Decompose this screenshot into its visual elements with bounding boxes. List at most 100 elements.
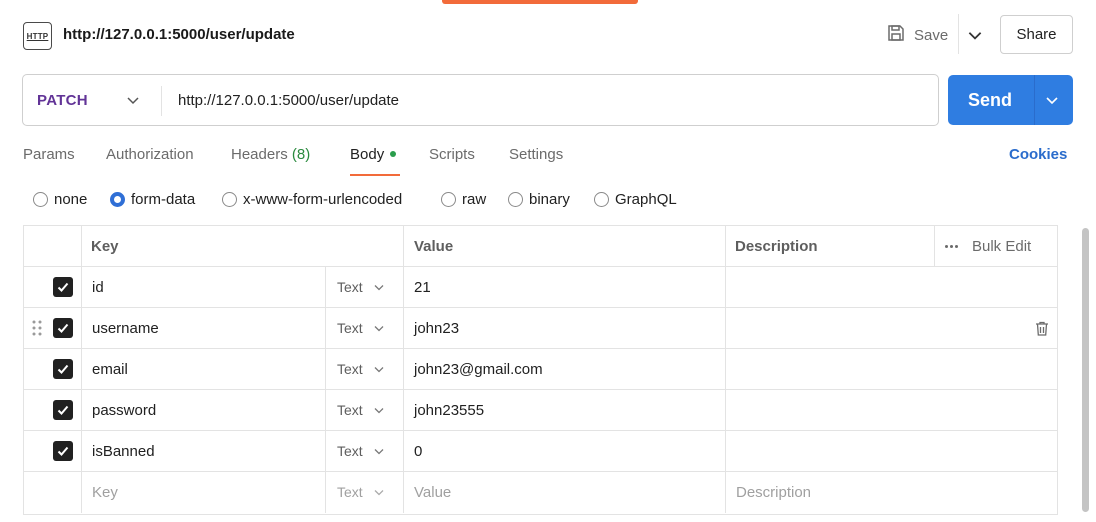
table-header-row: Key Value Description Bulk Edit	[24, 226, 1057, 267]
value-cell[interactable]: john23	[414, 308, 459, 348]
method-select[interactable]: PATCH	[37, 92, 88, 109]
type-select[interactable]: Text	[337, 267, 385, 307]
value-cell[interactable]: john23555	[414, 390, 484, 430]
radio-raw[interactable]: raw	[441, 191, 486, 208]
radio-binary[interactable]: binary	[508, 191, 570, 208]
new-table-row: Key Text Value Description	[24, 472, 1058, 513]
radio-label: none	[54, 191, 88, 208]
value-cell[interactable]: john23@gmail.com	[414, 349, 543, 389]
divider	[81, 308, 82, 348]
http-request-icon: HTTP	[23, 22, 52, 50]
divider	[81, 226, 82, 266]
type-select[interactable]: Text	[337, 308, 385, 348]
tab-scripts[interactable]: Scripts	[429, 146, 475, 163]
row-enabled-checkbox[interactable]	[53, 441, 73, 461]
send-options-chevron-icon[interactable]	[1044, 92, 1060, 108]
divider	[403, 472, 404, 513]
active-tab-underline	[350, 174, 400, 176]
radio-circle	[33, 192, 48, 207]
divider	[325, 390, 326, 430]
divider	[725, 390, 726, 430]
divider	[325, 308, 326, 348]
radio-label: binary	[529, 191, 570, 208]
chevron-down-icon	[374, 285, 384, 291]
divider	[958, 14, 959, 54]
drag-handle-icon[interactable]	[32, 320, 42, 336]
new-value-input[interactable]: Value	[414, 472, 451, 512]
table-row: username Text john23	[24, 308, 1057, 349]
chevron-down-icon	[374, 490, 384, 496]
row-enabled-checkbox[interactable]	[53, 318, 73, 338]
tab-headers[interactable]: Headers (8)	[231, 146, 310, 163]
row-enabled-checkbox[interactable]	[53, 359, 73, 379]
value-cell[interactable]: 21	[414, 267, 431, 307]
tab-settings[interactable]: Settings	[509, 146, 563, 163]
tab-params[interactable]: Params	[23, 146, 75, 163]
row-enabled-checkbox[interactable]	[53, 400, 73, 420]
type-select[interactable]: Text	[337, 431, 385, 471]
divider	[81, 431, 82, 471]
chevron-down-icon[interactable]	[125, 92, 141, 108]
save-options-chevron-icon[interactable]	[966, 26, 984, 44]
radio-label: GraphQL	[615, 191, 677, 208]
divider	[403, 267, 404, 307]
divider	[725, 226, 726, 266]
trash-icon[interactable]	[1034, 320, 1050, 337]
radio-none[interactable]: none	[33, 191, 87, 208]
vertical-scrollbar[interactable]	[1082, 228, 1089, 512]
divider	[325, 349, 326, 389]
bulk-edit-label: Bulk Edit	[972, 237, 1032, 255]
tab-body-label: Body	[350, 146, 385, 163]
more-options-icon[interactable]	[945, 244, 958, 248]
divider	[325, 472, 326, 513]
form-data-table: Key Value Description Bulk Edit id Text …	[23, 225, 1058, 515]
new-key-input[interactable]: Key	[92, 472, 118, 512]
chevron-down-icon	[374, 326, 384, 332]
new-description-input[interactable]: Description	[736, 472, 811, 512]
key-cell[interactable]: password	[92, 390, 156, 430]
bulk-edit-button[interactable]: Bulk Edit	[945, 226, 1031, 266]
type-label: Text	[337, 361, 363, 377]
radio-circle	[508, 192, 523, 207]
radio-graphql[interactable]: GraphQL	[594, 191, 677, 208]
divider	[725, 267, 726, 307]
column-header-value: Value	[414, 237, 454, 255]
key-cell[interactable]: id	[92, 267, 104, 307]
chevron-down-icon	[374, 367, 384, 373]
radio-label: raw	[462, 191, 487, 208]
type-select[interactable]: Text	[337, 390, 385, 430]
key-cell[interactable]: username	[92, 308, 159, 348]
tab-authorization[interactable]: Authorization	[106, 146, 194, 163]
divider	[325, 431, 326, 471]
save-label: Save	[914, 26, 949, 44]
cookies-link[interactable]: Cookies	[1009, 146, 1067, 163]
divider	[81, 267, 82, 307]
url-bar: PATCH http://127.0.0.1:5000/user/update	[22, 74, 939, 126]
divider	[325, 267, 326, 307]
radio-form-data[interactable]: form-data	[110, 191, 195, 208]
value-cell[interactable]: 0	[414, 431, 422, 471]
radio-x-www-form-urlencoded[interactable]: x-www-form-urlencoded	[222, 191, 402, 208]
divider	[1057, 431, 1058, 471]
divider	[1034, 75, 1035, 125]
divider	[934, 226, 935, 266]
type-select[interactable]: Text	[337, 349, 385, 389]
send-button[interactable]: Send	[948, 75, 1073, 125]
key-cell[interactable]: isBanned	[92, 431, 155, 471]
radio-label: form-data	[131, 191, 196, 208]
tab-body[interactable]: Body	[350, 146, 397, 163]
key-cell[interactable]: email	[92, 349, 128, 389]
divider	[403, 226, 404, 266]
divider	[403, 390, 404, 430]
table-row: email Text john23@gmail.com	[24, 349, 1058, 390]
column-header-key: Key	[91, 237, 119, 255]
type-label: Text	[337, 443, 363, 459]
divider	[81, 390, 82, 430]
share-button[interactable]: Share	[1000, 15, 1073, 54]
request-title[interactable]: http://127.0.0.1:5000/user/update	[63, 26, 295, 43]
save-icon	[886, 23, 906, 47]
url-input[interactable]: http://127.0.0.1:5000/user/update	[178, 92, 399, 109]
save-button[interactable]: Save	[886, 20, 948, 50]
type-select[interactable]: Text	[337, 472, 385, 512]
row-enabled-checkbox[interactable]	[53, 277, 73, 297]
